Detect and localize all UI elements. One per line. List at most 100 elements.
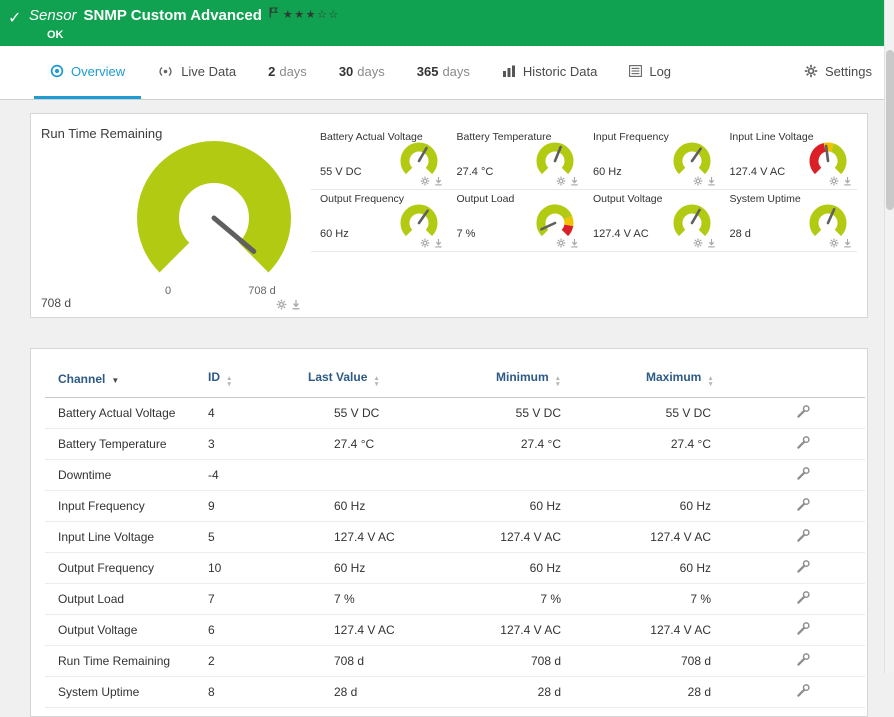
tab-30-days[interactable]: 30 days (323, 46, 401, 99)
gauge-pin-icon[interactable] (707, 238, 716, 248)
tab-2-days[interactable]: 2 days (252, 46, 323, 99)
gauge-min-label: 0 (165, 285, 171, 297)
tab-label: days (442, 63, 470, 79)
gauge-settings-icon[interactable] (276, 299, 287, 310)
column-header-minimum[interactable]: Minimum ▲ ▼ (496, 365, 646, 398)
gauge-input-frequency: Input Frequency 60 Hz (584, 128, 721, 190)
gauge-pin-icon[interactable] (570, 238, 579, 248)
channel-name[interactable]: Battery Temperature (45, 428, 208, 460)
column-label: Minimum (496, 370, 549, 384)
sort-icons: ▲ ▼ (554, 375, 562, 388)
channels-panel: Channel ▼ ID ▲ ▼ Last Value ▲ ▼ Minimum ▲ ▼ Maximum… (30, 348, 868, 717)
pin-icon (434, 176, 442, 186)
gauge-pin-icon[interactable] (570, 176, 579, 186)
channel-minimum: 27.4 °C (496, 428, 646, 460)
gear-icon (420, 176, 429, 186)
vertical-scrollbar[interactable] (884, 0, 894, 673)
channel-minimum: 708 d (496, 645, 646, 677)
live-data-icon (159, 66, 172, 76)
gauge-needle (824, 144, 830, 163)
gauge-pin-icon[interactable] (291, 299, 301, 310)
gauge-pin-icon[interactable] (434, 238, 443, 248)
priority-stars[interactable]: ★★★☆☆ (283, 8, 340, 21)
channel-minimum: 60 Hz (496, 490, 646, 522)
channel-last-value: 127.4 V AC (308, 614, 496, 646)
channel-name[interactable]: Output Load (45, 583, 208, 615)
gauge-settings-icon[interactable] (829, 176, 839, 186)
page-title: SNMP Custom Advanced (83, 7, 262, 24)
scrollbar-thumb[interactable] (886, 50, 894, 210)
gauge-value: 28 d (729, 228, 751, 240)
channel-name[interactable]: Output Frequency (45, 552, 208, 584)
column-header-last-value[interactable]: Last Value ▲ ▼ (308, 365, 496, 398)
channel-id: 5 (208, 521, 308, 553)
tab-live-data[interactable]: Live Data (141, 46, 252, 99)
gauge-settings-icon[interactable] (693, 176, 703, 186)
gauge-settings-icon[interactable] (420, 238, 430, 248)
gauge-system-uptime: System Uptime 28 d (720, 190, 857, 252)
channel-id: 7 (208, 583, 308, 615)
table-row-battery-temperature: Battery Temperature 3 27.4 °C 27.4 °C 27… (45, 428, 865, 460)
tab-label: Historic Data (522, 63, 598, 79)
gauge-settings-icon[interactable] (556, 176, 566, 186)
pin-icon (434, 238, 442, 248)
channel-settings-icon[interactable] (796, 683, 811, 698)
channel-name[interactable]: Downtime (45, 459, 208, 491)
table-row-input-frequency: Input Frequency 9 60 Hz 60 Hz 60 Hz (45, 490, 865, 522)
channel-id: 3 (208, 428, 308, 460)
channel-minimum: 55 V DC (496, 397, 646, 429)
gauge-dial: 0 708 d (109, 130, 319, 305)
channel-settings-icon[interactable] (796, 621, 811, 636)
channel-last-value: 7 % (308, 583, 496, 615)
channel-settings-icon[interactable] (796, 652, 811, 667)
channel-name[interactable]: System Uptime (45, 676, 208, 708)
gauge-value: 127.4 V AC (729, 166, 786, 178)
channel-name[interactable]: Input Frequency (45, 490, 208, 522)
pin-icon (571, 238, 578, 248)
gauge-settings-icon[interactable] (556, 238, 566, 248)
gauge-pin-icon[interactable] (843, 176, 852, 186)
tab-settings[interactable]: Settings (788, 46, 888, 99)
tab-historic-data[interactable]: Historic Data (486, 46, 613, 99)
flag-icon[interactable] (269, 7, 278, 19)
channel-name[interactable]: Run Time Remaining (45, 645, 208, 677)
column-header-id[interactable]: ID ▲ ▼ (208, 365, 308, 398)
object-type-label: Sensor (29, 7, 77, 24)
tab-log[interactable]: Log (613, 46, 687, 99)
gauge-settings-icon[interactable] (693, 238, 703, 248)
pin-icon (571, 176, 578, 186)
channel-settings-icon[interactable] (796, 435, 811, 450)
channel-settings-icon[interactable] (796, 528, 811, 543)
tab-365-days[interactable]: 365 days (401, 46, 486, 99)
channel-minimum: 60 Hz (496, 552, 646, 584)
channel-last-value: 55 V DC (308, 397, 496, 429)
gear-icon (420, 238, 429, 248)
channel-settings-icon[interactable] (796, 590, 811, 605)
channel-settings-icon[interactable] (796, 466, 811, 481)
column-header-channel[interactable]: Channel ▼ (45, 365, 208, 398)
pin-icon (844, 238, 851, 248)
gauge-dial (673, 204, 710, 237)
tab-overview[interactable]: Overview (34, 46, 142, 99)
pin-icon (844, 176, 851, 186)
column-header-maximum[interactable]: Maximum ▲ ▼ (646, 365, 796, 398)
channel-name[interactable]: Output Voltage (45, 614, 208, 646)
gear-icon (829, 176, 839, 186)
gauge-input-line-voltage: Input Line Voltage 127.4 V AC (720, 128, 857, 190)
channel-name[interactable]: Battery Actual Voltage (45, 397, 208, 429)
channel-id: 6 (208, 614, 308, 646)
column-label: Maximum (646, 370, 702, 384)
pin-icon (707, 176, 715, 186)
gauge-dial (400, 204, 437, 237)
channel-name[interactable]: Input Line Voltage (45, 521, 208, 553)
channel-settings-icon[interactable] (796, 559, 811, 574)
channel-settings-icon[interactable] (796, 497, 811, 512)
channel-settings-icon[interactable] (796, 404, 811, 419)
gauge-settings-icon[interactable] (420, 176, 430, 186)
gauge-pin-icon[interactable] (434, 176, 443, 186)
gauge-pin-icon[interactable] (843, 238, 852, 248)
channel-maximum: 7 % (646, 583, 796, 615)
tab-number: 365 (416, 63, 439, 79)
gauge-pin-icon[interactable] (707, 176, 716, 186)
gauge-settings-icon[interactable] (829, 238, 839, 248)
